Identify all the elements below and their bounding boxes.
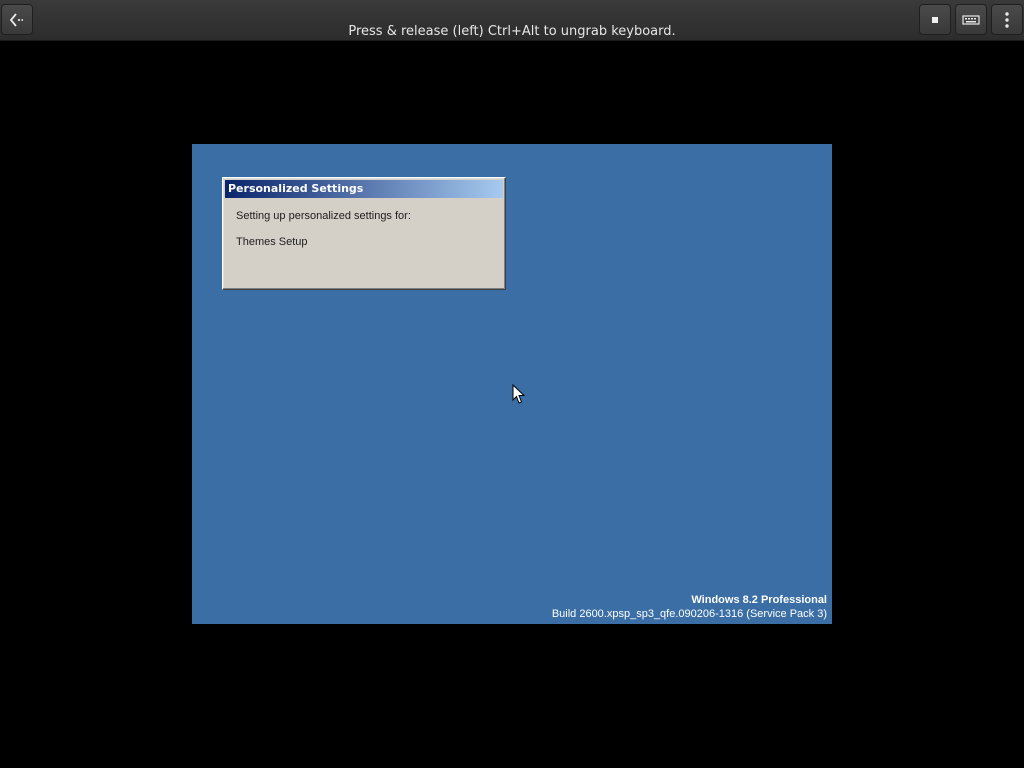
keyboard-icon bbox=[962, 14, 980, 25]
dialog-title: Personalized Settings bbox=[225, 180, 503, 198]
personalized-settings-dialog: Personalized Settings Setting up persona… bbox=[222, 177, 506, 290]
vm-display[interactable]: Personalized Settings Setting up persona… bbox=[192, 144, 832, 624]
dialog-current-item: Themes Setup bbox=[236, 236, 308, 248]
dialog-message: Setting up personalized settings for: bbox=[236, 210, 411, 222]
keyboard-grab-message: Press & release (left) Ctrl+Alt to ungra… bbox=[348, 24, 676, 39]
os-branding: Windows 8.2 Professional Build 2600.xpsp… bbox=[552, 593, 827, 621]
stop-icon bbox=[932, 16, 938, 23]
mouse-pointer-icon bbox=[512, 384, 525, 404]
menu-button[interactable] bbox=[991, 4, 1023, 35]
stop-button[interactable] bbox=[919, 4, 951, 35]
viewer-toolbar: Press & release (left) Ctrl+Alt to ungra… bbox=[0, 0, 1024, 41]
vertical-dots-menu-icon bbox=[1005, 11, 1009, 28]
os-build-string: Build 2600.xpsp_sp3_qfe.090206-1316 (Ser… bbox=[551, 608, 827, 620]
keyboard-button[interactable] bbox=[955, 4, 987, 35]
os-product-name: Windows 8.2 Professional bbox=[691, 594, 827, 606]
